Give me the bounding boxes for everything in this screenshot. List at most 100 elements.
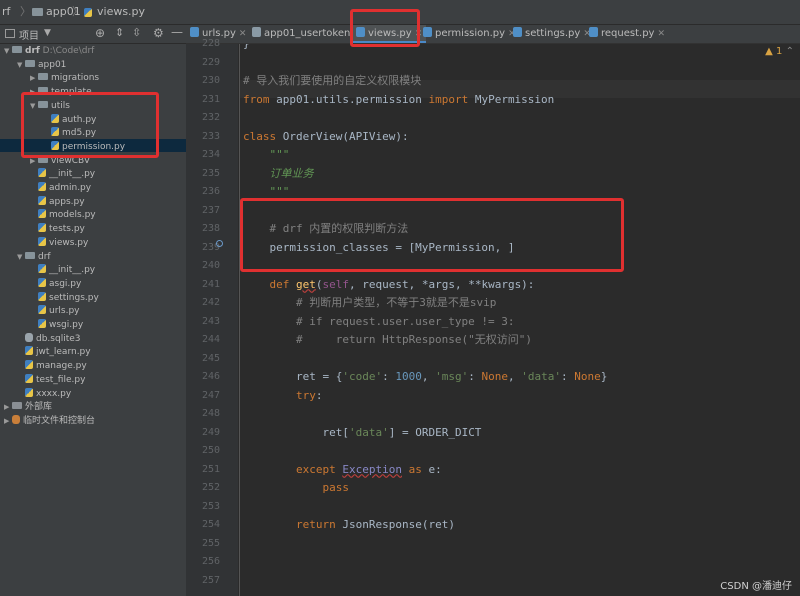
line-number: 239 [201, 241, 220, 253]
tree-item[interactable]: manage.py [17, 360, 87, 373]
tree-item[interactable]: asgi.py [30, 277, 81, 291]
close-icon[interactable]: ✕ [657, 29, 665, 39]
code-token: as [408, 462, 422, 476]
code-token: try [295, 388, 316, 402]
line-number: 257 [201, 574, 220, 586]
tree-item-label: __init__.py [49, 265, 96, 276]
code-line[interactable]: # 导入我们要使用的自定义权限模块 [243, 72, 421, 90]
locate-icon[interactable]: ⊕ [95, 26, 105, 40]
chevron-right-icon[interactable]: ▶ [30, 72, 38, 85]
code-line[interactable]: from app01.utils.permission import MyPer… [243, 91, 554, 109]
code-token: app01.utils.permission [269, 92, 429, 106]
tree-item[interactable]: views.py [30, 236, 88, 250]
code-line[interactable]: 订单业务 [243, 165, 313, 183]
tree-item[interactable]: __init__.py [30, 168, 95, 181]
code-token: # if request.user.user_type != 3: [243, 314, 515, 328]
tree-item[interactable]: jwt_learn.py [17, 346, 91, 359]
code-token: 'data' [348, 425, 389, 439]
code-line[interactable]: def get(self, request, *args, **kwargs): [243, 276, 535, 294]
breadcrumb-project[interactable]: rf [2, 0, 10, 24]
gear-icon[interactable]: ⚙ [153, 26, 164, 40]
chevron-down-icon[interactable]: ▼ [44, 28, 51, 38]
expand-all-icon[interactable]: ⇕ [115, 26, 124, 39]
python-file-icon [84, 8, 92, 17]
tree-item-label: jwt_learn.py [36, 347, 91, 358]
chevron-down-icon[interactable]: ▼ [17, 59, 25, 72]
tree-item[interactable]: urls.py [30, 305, 80, 318]
code-token: JsonResponse(ret) [335, 518, 455, 531]
code-line[interactable]: return JsonResponse(ret) [243, 516, 455, 534]
tab-permission[interactable]: permission.py ✕ [423, 25, 516, 43]
tree-item[interactable]: __init__.py [30, 264, 95, 277]
tree-item[interactable]: tests.py [30, 223, 85, 236]
code-editor[interactable]: } # 导入我们要使用的自定义权限模块 from app01.utils.permi… [240, 44, 800, 596]
warning-indicator[interactable]: ▲ 1 ⌃ [765, 46, 794, 57]
tree-item-label: test_file.py [36, 374, 86, 385]
tab-request[interactable]: request.py ✕ [589, 25, 665, 43]
tree-item[interactable]: xxxx.py [17, 387, 71, 401]
code-line[interactable]: except Exception as e: [243, 461, 442, 479]
tree-item[interactable]: admin.py [30, 182, 91, 195]
tree-item[interactable]: models.py [30, 209, 96, 222]
python-file-icon [25, 373, 33, 383]
tree-item[interactable]: apps.py [30, 195, 85, 209]
python-file-icon [38, 195, 46, 205]
python-file-icon [25, 387, 33, 397]
tree-item[interactable]: ▼ drf D:\Code\drf [4, 45, 94, 58]
code-token: pass [322, 481, 349, 494]
tree-item-label: 外部库 [25, 402, 53, 413]
code-line[interactable]: ret['data'] = ORDER_DICT [243, 424, 481, 442]
code-token: """ [243, 148, 290, 161]
code-line[interactable]: } [243, 44, 250, 53]
code-line[interactable]: class OrderView(APIView): [243, 128, 409, 146]
line-number-gutter: 228 229 230 231 232 233 234 235 236 237 238 239 240 2… [186, 38, 238, 596]
line-number: 254 [201, 519, 220, 530]
code-line[interactable]: """ [243, 146, 289, 164]
tree-item[interactable]: wsgi.py [30, 319, 83, 332]
tree-item-label: 临时文件和控制台 [23, 415, 96, 426]
python-file-icon [38, 277, 46, 287]
python-file-icon [423, 27, 432, 37]
python-file-icon [38, 319, 46, 328]
code-token: ret = { [243, 370, 343, 383]
breadcrumb-views[interactable]: views.py [97, 0, 145, 24]
tree-item[interactable]: settings.py [30, 291, 99, 305]
code-line[interactable]: # if request.user.user_type != 3: [243, 313, 515, 331]
table-icon [252, 27, 261, 37]
tab-app01-usertoken[interactable]: app01_usertoken✕ [252, 25, 361, 43]
tree-item-label: admin.py [49, 183, 92, 193]
chevron-right-icon[interactable]: ▶ [4, 415, 12, 428]
project-panel-title[interactable]: 项目 [19, 27, 39, 42]
chevron-down-icon[interactable]: ▼ [17, 251, 25, 264]
close-icon[interactable]: ✕ [239, 29, 247, 39]
tree-item[interactable]: ▶ 外部库 [4, 401, 52, 414]
tree-item[interactable]: ▼ drf [17, 251, 51, 264]
tree-item[interactable]: ▶ migrations [30, 72, 99, 85]
code-line[interactable]: # return HttpResponse("无权访问") [243, 331, 532, 349]
tree-item-label: drf [38, 251, 51, 262]
chevron-right-icon[interactable]: ▶ [4, 401, 12, 414]
line-number: 228 [201, 38, 220, 49]
code-line[interactable]: ret = {'code': 1000, 'msg': None, 'data'… [243, 368, 607, 386]
tree-item[interactable]: test_file.py [17, 373, 86, 387]
tree-item-label: urls.py [49, 306, 80, 317]
code-line[interactable]: pass [243, 479, 349, 497]
tab-settings[interactable]: settings.py ✕ [513, 25, 591, 43]
tree-item-label: __init__.py [49, 169, 96, 180]
tree-item[interactable]: db.sqlite3 [17, 332, 80, 346]
line-number: 256 [201, 556, 220, 567]
chevron-down-icon[interactable]: ▼ [4, 45, 12, 58]
collapse-all-icon[interactable]: ⇳ [132, 26, 141, 39]
override-marker-icon[interactable] [216, 240, 223, 247]
tree-item[interactable]: ▼ app01 [17, 59, 66, 72]
project-toolbar: 项目 ▼ ⊕ ⇕ ⇳ ⚙ — [0, 25, 186, 43]
tree-item-label: drf [25, 46, 40, 56]
code-line[interactable]: try: [243, 387, 323, 405]
tree-item[interactable]: ▶ 临时文件和控制台 [4, 414, 96, 428]
code-line[interactable]: # 判断用户类型，不等于3就是不是svip [243, 294, 496, 312]
python-file-icon [25, 346, 33, 356]
code-token: OrderView(APIView): [276, 129, 409, 143]
